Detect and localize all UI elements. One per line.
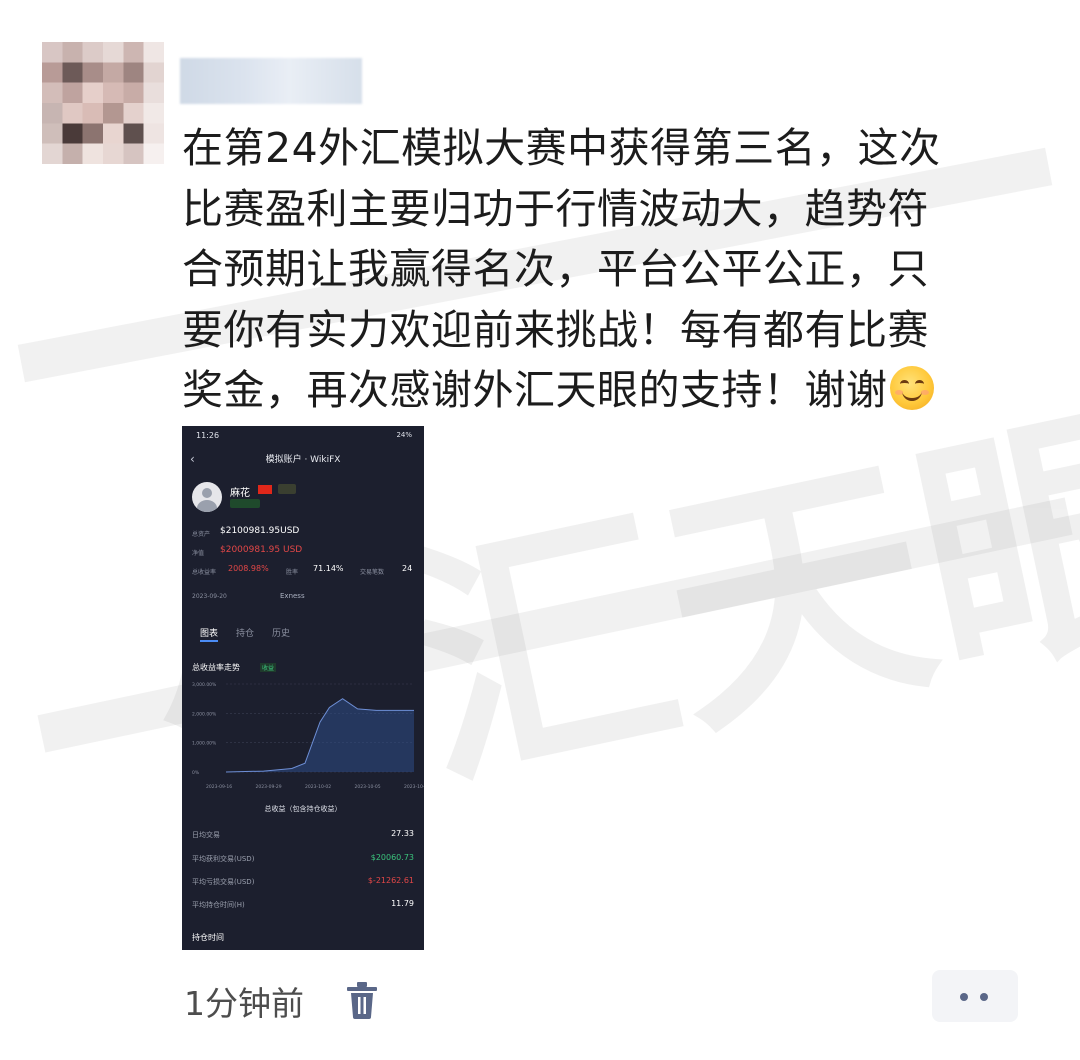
user-avatar[interactable] — [42, 42, 164, 164]
stat-label: 平均亏损交易(USD) — [192, 878, 255, 886]
chart-footer: 总收益（包含持仓收益） — [264, 805, 342, 813]
stat-value: 27.33 — [391, 829, 414, 838]
post-text-line: 合预期让我赢得名次，平台公平公正，只 — [182, 245, 929, 293]
stat-value: $-21262.61 — [367, 876, 414, 885]
return-chart: 3,000.00% 2,000.00% 1,000.00% 0% 2023-09-16 2… — [192, 682, 424, 790]
stat-label: 平均持仓时间(H) — [192, 901, 245, 909]
y-tick-label: 1,000.00% — [192, 741, 217, 747]
section-title: 持仓时间 — [192, 933, 224, 942]
stat-label: 平均获利交易(USD) — [192, 855, 255, 863]
stat-value: 11.79 — [391, 899, 414, 908]
x-tick-label: 2023-09-29 — [256, 784, 282, 790]
post-text-line-content: 奖金，再次感谢外汇天眼的支持！谢谢 — [182, 366, 888, 414]
post-text-line: 要你有实力欢迎前来挑战！每有都有比赛 — [182, 305, 929, 354]
more-dots-icon — [980, 993, 988, 1001]
chart-area-series — [226, 698, 414, 772]
more-options-button[interactable] — [932, 970, 1018, 1022]
post-text: 在第24外汇模拟大赛中获得第三名，这次 比赛盈利主要归功于行情波动大，趋势符 合… — [182, 118, 1022, 421]
post-time: 1分钟前 — [184, 984, 304, 1023]
stat-label: 日均交易 — [192, 831, 220, 839]
more-dots-icon — [960, 993, 968, 1001]
stat-value: $20060.73 — [370, 853, 414, 862]
post-text-line: 比赛盈利主要归功于行情波动大，趋势符 — [182, 184, 929, 233]
smiling-face-emoji-icon — [889, 366, 934, 410]
x-tick-label: 2023-10-05 — [355, 784, 381, 790]
x-tick-label: 2023-09-16 — [206, 784, 232, 790]
social-post: 外汇天眼 在第24外汇模拟大赛中获得第三名，这次 比赛盈利主要归功于行情波动大，… — [0, 0, 1080, 1060]
trash-icon[interactable] — [344, 980, 380, 1020]
user-name-blurred[interactable] — [180, 58, 362, 104]
post-text-line: 在第24外汇模拟大赛中获得第三名，这次 — [182, 124, 941, 172]
post-text-line: 奖金，再次感谢外汇天眼的支持！谢谢 — [182, 360, 1022, 421]
y-tick-label: 3,000.00% — [192, 682, 217, 688]
y-tick-label: 2,000.00% — [192, 711, 217, 717]
x-tick-label: 2023-10-08 — [404, 784, 424, 790]
y-tick-label: 0% — [192, 770, 200, 776]
x-tick-label: 2023-10-02 — [305, 784, 331, 790]
attached-screenshot-image[interactable]: 11:26 24% ‹ 模拟账户 · WikiFX 麻花 总资产 $210098… — [182, 426, 424, 950]
